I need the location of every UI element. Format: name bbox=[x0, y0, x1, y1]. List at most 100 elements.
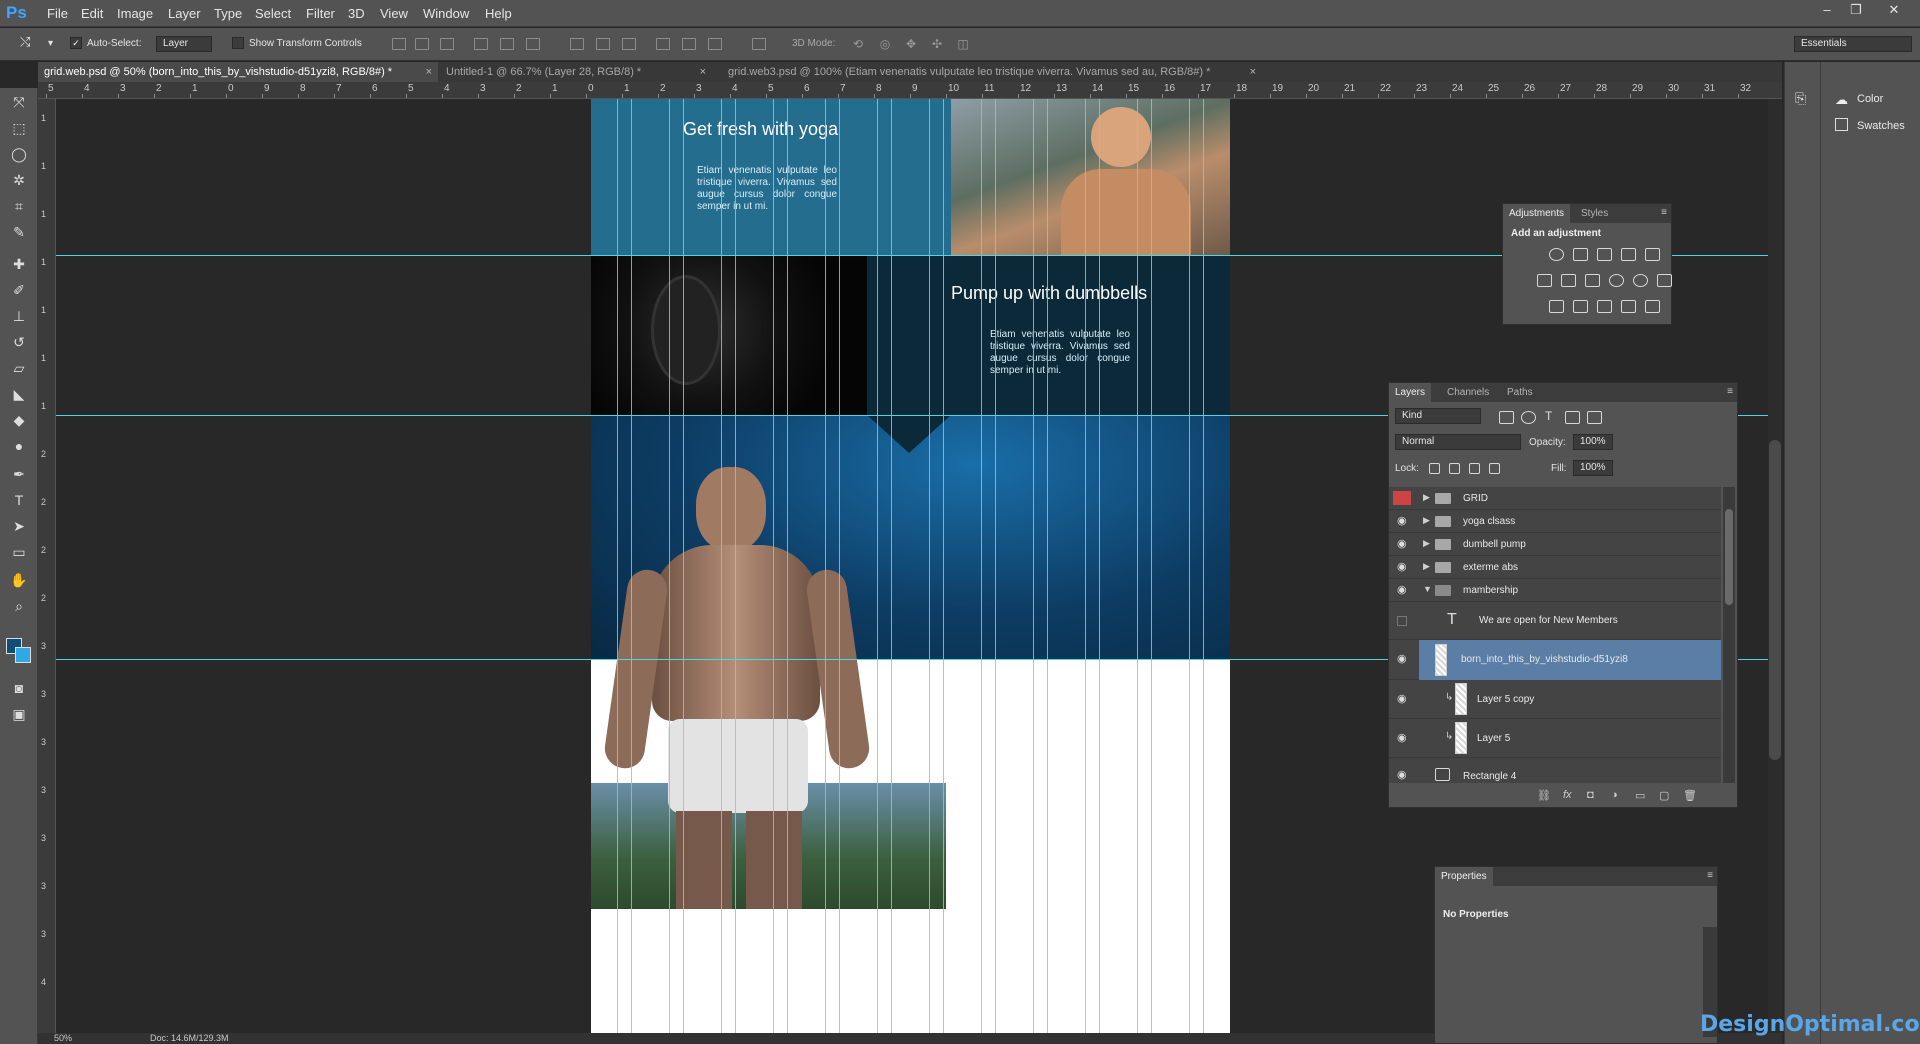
history-icon[interactable]: ⎘ bbox=[1795, 90, 1806, 107]
move-tool-icon[interactable]: ⤧ bbox=[8, 92, 30, 112]
menu-3d[interactable]: 3D bbox=[348, 6, 365, 21]
hand-tool-icon[interactable]: ✋ bbox=[8, 570, 30, 590]
delete-layer-icon[interactable]: 🗑 bbox=[1683, 789, 1697, 802]
tab-grid-web3[interactable]: grid.web3.psd @ 100% (Etiam venenatis vu… bbox=[722, 62, 1262, 82]
expand-icon[interactable]: ▶ bbox=[1423, 561, 1430, 572]
magic-wand-icon[interactable]: ✲ bbox=[8, 170, 30, 190]
color-panel-icon[interactable]: ☁ bbox=[1835, 92, 1848, 108]
eye-icon[interactable]: ◉ bbox=[1397, 514, 1407, 527]
lock-image-icon[interactable] bbox=[1449, 463, 1460, 474]
tab-layers[interactable]: Layers bbox=[1389, 383, 1432, 402]
3d-scale-icon[interactable]: ◫ bbox=[955, 37, 971, 51]
menu-edit[interactable]: Edit bbox=[81, 6, 103, 21]
distribute-bottom-icon[interactable] bbox=[622, 38, 636, 50]
align-right-icon[interactable] bbox=[526, 38, 540, 50]
filter-pixel-icon[interactable] bbox=[1499, 411, 1514, 424]
menu-image[interactable]: Image bbox=[117, 6, 153, 21]
opacity-input[interactable]: 100% bbox=[1573, 434, 1613, 450]
menu-type[interactable]: Type bbox=[214, 6, 242, 21]
color-lookup-icon[interactable] bbox=[1657, 274, 1672, 287]
quick-mask-icon[interactable]: ◙ bbox=[8, 678, 30, 698]
align-vcenter-icon[interactable] bbox=[415, 38, 429, 50]
exposure-icon[interactable] bbox=[1621, 248, 1636, 261]
align-left-icon[interactable] bbox=[474, 38, 488, 50]
tab-grid-web[interactable]: grid.web.psd @ 50% (born_into_this_by_vi… bbox=[38, 62, 438, 82]
3d-pan-icon[interactable]: ✥ bbox=[903, 37, 919, 51]
lock-position-icon[interactable] bbox=[1469, 463, 1480, 474]
layer-row-text[interactable]: T We are open for New Members bbox=[1389, 602, 1721, 640]
tab-untitled-1[interactable]: Untitled-1 @ 66.7% (Layer 28, RGB/8) * × bbox=[440, 62, 712, 82]
paint-bucket-icon[interactable]: ◣ bbox=[8, 384, 30, 404]
type-tool-icon[interactable]: T bbox=[8, 490, 30, 510]
menu-select[interactable]: Select bbox=[255, 6, 291, 21]
eye-icon[interactable]: ◉ bbox=[1397, 537, 1407, 550]
filter-type-icon[interactable]: T bbox=[1545, 409, 1552, 423]
eye-icon[interactable]: ◉ bbox=[1397, 652, 1407, 665]
panel-menu-icon[interactable]: ≡ bbox=[1707, 870, 1713, 881]
auto-select-checkbox[interactable]: ✓ bbox=[70, 37, 82, 49]
expand-icon[interactable]: ▶ bbox=[1423, 492, 1430, 503]
3d-roll-icon[interactable]: ◎ bbox=[877, 37, 893, 51]
pen-tool-icon[interactable]: ✒ bbox=[8, 464, 30, 484]
layer-row-dumbell[interactable]: ◉ ▶ dumbell pump bbox=[1389, 533, 1721, 556]
layer-row-layer5copy[interactable]: ◉ ↳ Layer 5 copy bbox=[1389, 680, 1721, 719]
eye-icon[interactable]: ◉ bbox=[1397, 692, 1407, 705]
expand-icon[interactable]: ▶ bbox=[1423, 538, 1430, 549]
gradient-map-icon[interactable] bbox=[1645, 300, 1660, 313]
black-white-icon[interactable] bbox=[1585, 274, 1600, 287]
workspace-dropdown[interactable]: Essentials bbox=[1794, 36, 1912, 52]
posterize-icon[interactable] bbox=[1573, 300, 1588, 313]
visibility-off-icon[interactable] bbox=[1393, 491, 1411, 505]
move-tool-icon[interactable]: ⤭ bbox=[20, 34, 30, 50]
eraser-icon[interactable]: ▱ bbox=[8, 358, 30, 378]
tab-paths[interactable]: Paths bbox=[1501, 383, 1539, 402]
color-balance-icon[interactable] bbox=[1561, 274, 1576, 287]
crop-tool-icon[interactable]: ⌗ bbox=[8, 196, 30, 216]
layer-row-grid[interactable]: ▶ GRID bbox=[1389, 487, 1721, 510]
new-adjustment-icon[interactable]: ◑ bbox=[1611, 789, 1618, 801]
zoom-level[interactable]: 50% bbox=[54, 1033, 72, 1043]
layer-row-selected[interactable]: ◉ born_into_this_by_vishstudio-d51yzi8 bbox=[1389, 640, 1721, 680]
lasso-tool-icon[interactable]: ◯ bbox=[8, 144, 30, 164]
align-top-icon[interactable] bbox=[392, 38, 406, 50]
brush-tool-icon[interactable]: ✐ bbox=[8, 280, 30, 300]
swatches-panel-icon[interactable] bbox=[1835, 118, 1848, 131]
auto-align-icon[interactable] bbox=[752, 38, 766, 50]
invert-icon[interactable] bbox=[1549, 300, 1564, 313]
distribute-left-icon[interactable] bbox=[656, 38, 670, 50]
eye-icon[interactable]: ◉ bbox=[1397, 583, 1407, 596]
new-layer-icon[interactable]: ▢ bbox=[1659, 789, 1669, 802]
layers-scrollbar-thumb[interactable] bbox=[1725, 509, 1733, 605]
color-panel-label[interactable]: Color bbox=[1857, 93, 1883, 105]
close-tab-icon[interactable]: × bbox=[426, 62, 432, 82]
tab-channels[interactable]: Channels bbox=[1441, 383, 1495, 402]
visibility-toggle[interactable] bbox=[1397, 616, 1407, 626]
restore-icon[interactable]: ❐ bbox=[1845, 2, 1867, 18]
swatches-panel-label[interactable]: Swatches bbox=[1857, 120, 1905, 132]
screen-mode-icon[interactable]: ▣ bbox=[8, 704, 30, 724]
layer-row-membership[interactable]: ◉ ▼ mambership bbox=[1389, 579, 1721, 602]
distribute-right-icon[interactable] bbox=[708, 38, 722, 50]
lock-all-icon[interactable] bbox=[1489, 463, 1500, 474]
3d-rotate-icon[interactable]: ⟲ bbox=[850, 37, 866, 51]
channel-mixer-icon[interactable] bbox=[1633, 274, 1648, 287]
eye-icon[interactable]: ◉ bbox=[1397, 768, 1407, 781]
menu-view[interactable]: View bbox=[380, 6, 408, 21]
curves-icon[interactable] bbox=[1597, 248, 1612, 261]
history-brush-icon[interactable]: ↺ bbox=[8, 332, 30, 352]
layer-row-abs[interactable]: ◉ ▶ exterme abs bbox=[1389, 556, 1721, 579]
tool-preset-chevron-icon[interactable]: ▾ bbox=[48, 38, 53, 49]
brightness-icon[interactable] bbox=[1549, 248, 1564, 261]
healing-brush-icon[interactable]: ✚ bbox=[8, 254, 30, 274]
distribute-vcenter-icon[interactable] bbox=[596, 38, 610, 50]
layer-style-icon[interactable]: fx bbox=[1563, 789, 1572, 801]
tab-adjustments[interactable]: Adjustments bbox=[1503, 204, 1571, 223]
layer-row-layer5[interactable]: ◉ ↳ Layer 5 bbox=[1389, 719, 1721, 758]
fill-input[interactable]: 100% bbox=[1573, 460, 1613, 476]
show-transform-checkbox[interactable] bbox=[232, 37, 244, 49]
filter-adjustment-icon[interactable] bbox=[1521, 411, 1536, 424]
marquee-tool-icon[interactable]: ⬚ bbox=[8, 118, 30, 138]
tab-styles[interactable]: Styles bbox=[1575, 204, 1614, 223]
filter-smart-object-icon[interactable] bbox=[1587, 411, 1602, 424]
menu-window[interactable]: Window bbox=[423, 6, 469, 21]
